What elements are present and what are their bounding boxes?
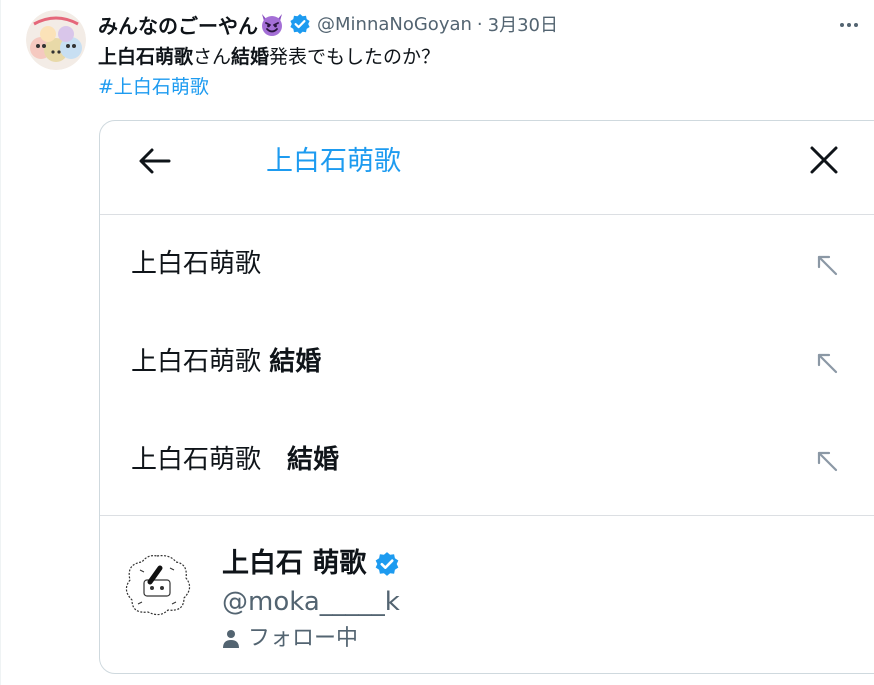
author-display-name[interactable]: みんなのごーやん xyxy=(98,10,258,39)
back-arrow-icon[interactable] xyxy=(136,143,172,179)
search-suggestion[interactable]: 上白石萌歌 結婚 xyxy=(100,314,874,412)
fill-query-arrow-icon[interactable] xyxy=(814,350,840,376)
follow-status-label: フォロー中 xyxy=(248,626,359,651)
suggestion-plain: 上白石萌歌 xyxy=(131,445,288,475)
separator-dot: · xyxy=(476,13,483,35)
user-name-text: 上白石 萌歌 xyxy=(222,548,367,579)
tweet[interactable]: みんなのごーやん @MinnaNoGoyan · 3月30日 上白石萌歌さん結婚… xyxy=(0,0,874,685)
suggestion-plain: 上白石萌歌 xyxy=(131,249,262,279)
author-avatar[interactable] xyxy=(26,10,86,70)
user-handle: @moka_____k xyxy=(222,587,400,617)
tweet-text-rest: 発表でもしたのか？ xyxy=(269,46,441,68)
attached-screenshot[interactable]: 上白石萌歌 上白石萌歌 上白石萌歌 結婚 上白石萌歌 結婚 上白石 萌歌 @mo… xyxy=(99,120,874,674)
tweet-header: みんなのごーやん @MinnaNoGoyan · 3月30日 xyxy=(98,10,558,38)
suggestion-text: 上白石萌歌 xyxy=(131,246,261,282)
close-icon[interactable] xyxy=(806,142,842,178)
search-input[interactable]: 上白石萌歌 xyxy=(266,144,401,180)
search-bar: 上白石萌歌 xyxy=(100,121,874,215)
suggestion-bold: 結婚 xyxy=(269,347,322,377)
more-options-icon[interactable] xyxy=(836,12,862,38)
tweet-text-honorific: さん xyxy=(193,46,232,68)
user-name[interactable]: 上白石 萌歌 xyxy=(222,546,400,582)
hashtag-link[interactable]: #上白石萌歌 xyxy=(98,74,209,100)
tweet-date[interactable]: 3月30日 xyxy=(488,11,558,37)
suggestion-bold: 結婚 xyxy=(287,445,340,475)
search-suggestion[interactable]: 上白石萌歌 xyxy=(100,216,874,314)
search-suggestion[interactable]: 上白石萌歌 結婚 xyxy=(100,412,874,510)
suggestion-text: 上白石萌歌 結婚 xyxy=(131,442,339,478)
verified-badge-icon[interactable] xyxy=(289,13,311,35)
verified-badge-icon xyxy=(374,551,400,577)
suggestion-plain: 上白石萌歌 xyxy=(131,347,270,377)
author-handle[interactable]: @MinnaNoGoyan xyxy=(317,14,472,35)
tweet-text-name: 上白石萌歌 xyxy=(98,46,194,68)
person-icon xyxy=(222,629,240,649)
smiling-devil-emoji-icon xyxy=(259,11,285,37)
tweet-text-keyword: 結婚 xyxy=(231,46,270,68)
user-result[interactable]: 上白石 萌歌 @moka_____k フォロー中 xyxy=(100,516,874,673)
tweet-text: 上白石萌歌さん結婚発表でもしたのか？ xyxy=(98,44,440,70)
fill-query-arrow-icon[interactable] xyxy=(814,448,840,474)
suggestion-text: 上白石萌歌 結婚 xyxy=(131,344,321,380)
fill-query-arrow-icon[interactable] xyxy=(814,252,840,278)
follow-status: フォロー中 xyxy=(222,624,358,654)
timeline-border xyxy=(0,0,1,685)
user-avatar[interactable] xyxy=(120,548,194,622)
